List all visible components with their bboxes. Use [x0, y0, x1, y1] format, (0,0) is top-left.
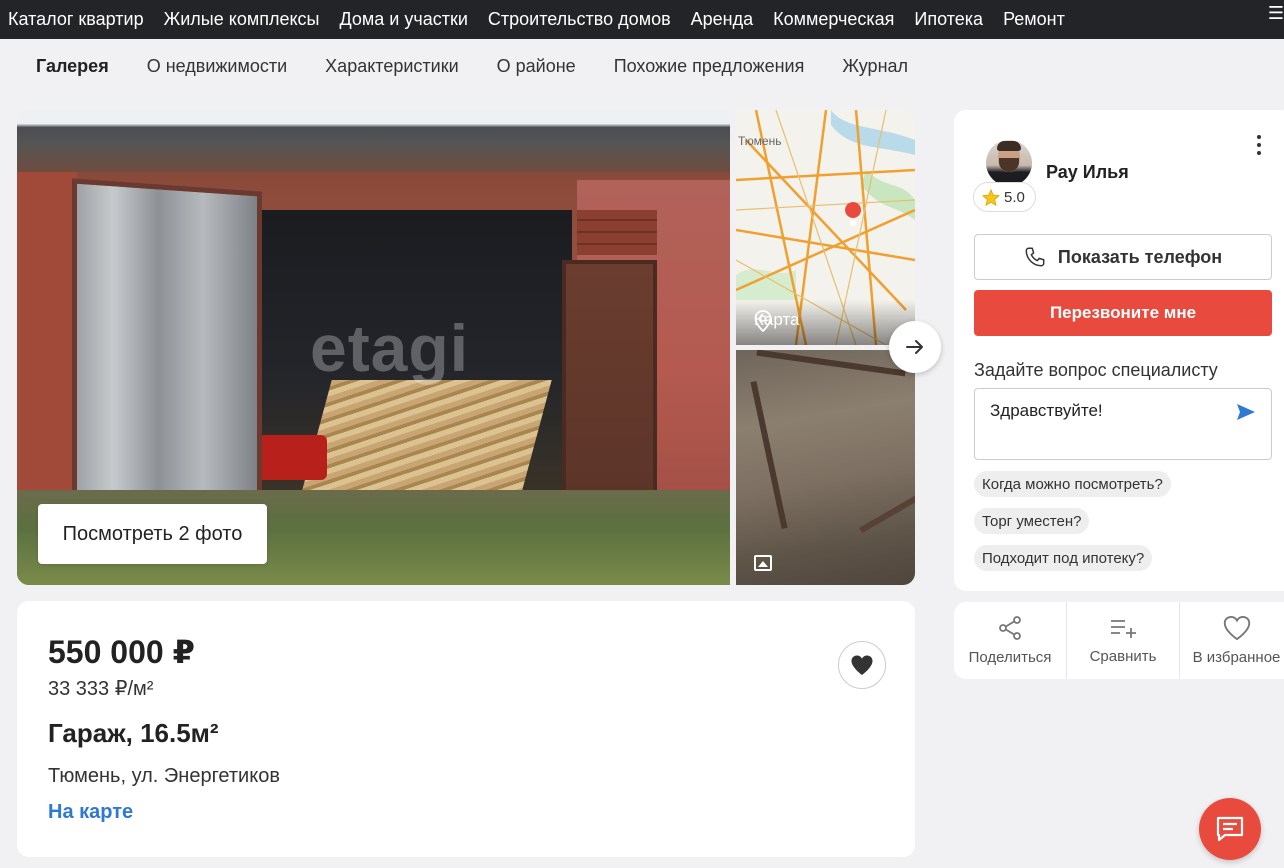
nav-item-complexes[interactable]: Жилые комплексы	[164, 9, 320, 30]
watermark: etagi	[310, 311, 470, 385]
show-phone-label: Показать телефон	[1057, 246, 1223, 267]
price-per-m2: 33 333 ₽/м²	[48, 678, 154, 700]
nav-item-rent[interactable]: Аренда	[691, 9, 753, 30]
listing-title: Гараж, 16.5м²	[48, 718, 219, 748]
photo-roof	[17, 110, 730, 172]
agent-name[interactable]: Рау Илья	[1046, 162, 1129, 183]
tab-characteristics[interactable]: Характеристики	[325, 56, 458, 77]
next-photo-button[interactable]	[889, 321, 941, 373]
tab-about-property[interactable]: О недвижимости	[147, 56, 287, 77]
nav-item-commercial[interactable]: Коммерческая	[773, 9, 894, 30]
map-city-label: Тюмень	[738, 134, 782, 148]
favorite-label: В избранное	[1192, 649, 1281, 666]
hamburger-icon[interactable]: ☰	[1268, 4, 1284, 22]
nav-item-repair[interactable]: Ремонт	[1003, 9, 1065, 30]
nav-item-construction[interactable]: Строительство домов	[488, 9, 671, 30]
avatar-hair	[997, 141, 1021, 151]
location-pin-icon	[754, 310, 772, 332]
avatar[interactable]	[986, 140, 1032, 186]
heart-outline-icon	[1223, 615, 1250, 641]
nav-item-apartments[interactable]: Каталог квартир	[8, 9, 144, 30]
photo-thumbnail[interactable]	[736, 350, 915, 585]
compare-label: Сравнить	[1089, 648, 1157, 665]
quick-question-chip[interactable]: Подходит под ипотеку?	[974, 545, 1153, 571]
share-label: Поделиться	[968, 649, 1052, 666]
map-thumbnail[interactable]: Тюмень Карта	[736, 110, 915, 345]
compare-button[interactable]: Сравнить	[1067, 602, 1180, 679]
tab-similar-offers[interactable]: Похожие предложения	[614, 56, 805, 77]
nav-item-houses[interactable]: Дома и участки	[339, 9, 467, 30]
action-bar: Поделиться Сравнить В избранное	[954, 602, 1284, 679]
callback-button[interactable]: Перезвоните мне	[974, 290, 1272, 336]
photo-object	[257, 435, 327, 480]
photo-left-wall	[17, 172, 77, 502]
view-photos-button[interactable]: Посмотреть 2 фото	[38, 504, 267, 564]
rating-value: 5.0	[1004, 188, 1025, 206]
photo-wood	[302, 380, 552, 490]
chat-button[interactable]	[1199, 798, 1261, 860]
photo-bricks	[577, 210, 657, 255]
chat-icon	[1216, 816, 1244, 842]
message-text: Здравствуйте!	[990, 401, 1103, 420]
photo-door-left	[72, 178, 262, 522]
avatar-beard	[999, 158, 1019, 172]
tab-journal[interactable]: Журнал	[842, 56, 908, 77]
quick-question-chip[interactable]: Когда можно посмотреть?	[974, 471, 1171, 497]
star-icon	[982, 188, 1000, 206]
heart-icon	[851, 655, 873, 675]
on-map-link[interactable]: На карте	[48, 801, 133, 824]
top-nav: Каталог квартир Жилые комплексы Дома и у…	[0, 0, 1284, 39]
thumb-frame	[756, 350, 906, 377]
tab-about-district[interactable]: О районе	[497, 56, 576, 77]
send-icon[interactable]	[1236, 403, 1256, 421]
thumb-frame-3	[859, 492, 915, 534]
section-tabs: Галерея О недвижимости Характеристики О …	[36, 56, 946, 77]
phone-icon	[1025, 247, 1045, 267]
image-icon	[754, 555, 772, 571]
ask-question-label: Задайте вопрос специалисту	[974, 360, 1218, 380]
share-icon	[999, 616, 1021, 640]
price: 550 000 ₽	[48, 634, 195, 670]
more-options-icon[interactable]	[1254, 135, 1264, 155]
photo-gallery: etagi Посмотреть 2 фото Тюмень Карта	[17, 110, 915, 585]
map-label[interactable]: Карта	[754, 310, 800, 332]
address: Тюмень, ул. Энергетиков	[48, 765, 280, 787]
agent-card: Рау Илья 5.0 Показать телефон Перезвонит…	[954, 110, 1284, 591]
nav-item-mortgage[interactable]: Ипотека	[914, 9, 983, 30]
arrow-right-icon	[906, 340, 923, 354]
add-favorite-button[interactable]: В избранное	[1180, 602, 1284, 679]
tab-gallery[interactable]: Галерея	[36, 56, 109, 77]
favorite-button[interactable]	[838, 641, 886, 689]
share-button[interactable]: Поделиться	[954, 602, 1067, 679]
compare-icon	[1111, 620, 1136, 638]
show-phone-button[interactable]: Показать телефон	[974, 234, 1272, 280]
listing-info-card: 550 000 ₽ 33 333 ₽/м² Гараж, 16.5м² Тюме…	[17, 601, 915, 857]
message-field[interactable]: Здравствуйте!	[974, 388, 1272, 460]
rating-badge: 5.0	[973, 182, 1036, 212]
quick-question-chip[interactable]: Торг уместен?	[974, 508, 1090, 534]
main-photo[interactable]: etagi Посмотреть 2 фото	[17, 110, 730, 585]
thumb-frame-2	[750, 381, 788, 529]
